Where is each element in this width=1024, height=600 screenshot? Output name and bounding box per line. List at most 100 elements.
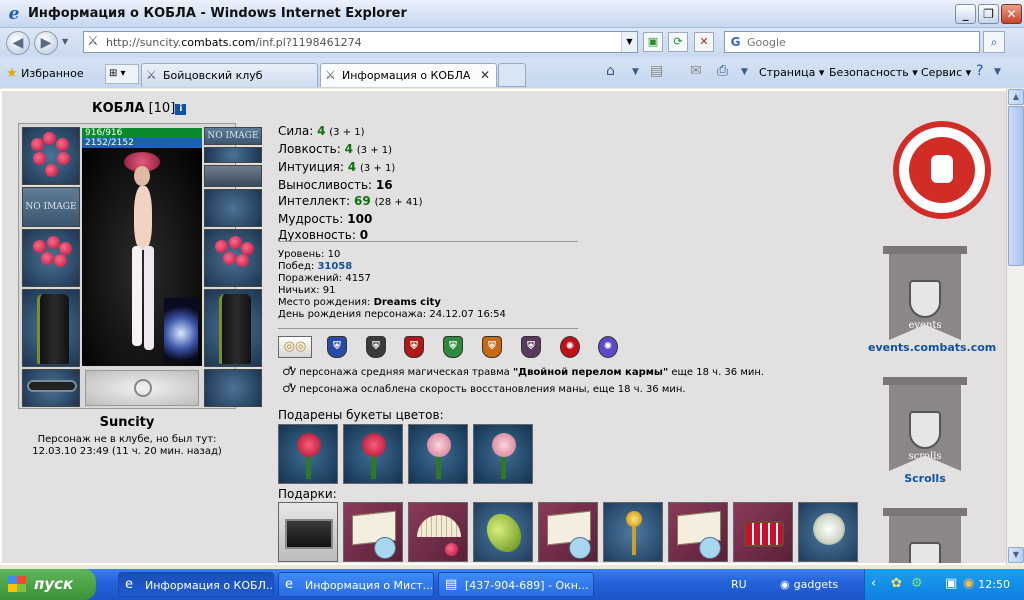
safety-menu-label: Безопасность bbox=[829, 66, 909, 79]
flower-icon bbox=[569, 537, 591, 559]
quick-tabs-button[interactable]: ⊞ ▾ bbox=[105, 64, 139, 84]
red-shield-badge-icon[interactable]: ⛨ bbox=[404, 336, 424, 358]
gift-item[interactable] bbox=[538, 502, 598, 562]
weapon-slot[interactable] bbox=[22, 229, 80, 287]
mail-icon[interactable]: ✉ bbox=[690, 63, 702, 79]
gray-shield-badge-icon[interactable]: ⛨ bbox=[366, 336, 386, 358]
tab-label: Информация о КОБЛА bbox=[342, 69, 471, 82]
gift-item[interactable] bbox=[603, 502, 663, 562]
earrings-slot[interactable]: NO IMAGE bbox=[22, 187, 80, 227]
print-dropdown-icon[interactable]: ▼ bbox=[741, 67, 748, 77]
flower-gift[interactable] bbox=[473, 424, 533, 484]
gadgets-label: gadgets bbox=[793, 578, 839, 591]
language-indicator[interactable]: RU bbox=[731, 578, 747, 591]
tab-fight-club[interactable]: ⚔ Бойцовский клуб bbox=[141, 63, 318, 87]
address-bar[interactable]: ⚔ http://suncity.combats.com/inf.pl?1198… bbox=[83, 31, 638, 53]
gift-item[interactable] bbox=[798, 502, 858, 562]
gloves-slot[interactable] bbox=[204, 189, 262, 227]
amulet-slot[interactable]: NO IMAGE bbox=[204, 127, 262, 145]
stat-label: Интеллект: bbox=[278, 194, 351, 208]
gadgets-toolbar[interactable]: ◉gadgets ▼ bbox=[780, 578, 877, 591]
chrome-icon[interactable]: ◉ bbox=[963, 576, 974, 591]
legs-slot[interactable] bbox=[204, 289, 262, 367]
home-dropdown-icon[interactable]: ▼ bbox=[632, 67, 639, 77]
gift-item[interactable] bbox=[733, 502, 793, 562]
events-link[interactable]: events.combats.com bbox=[868, 341, 996, 354]
safety-menu[interactable]: Безопасность ▾ bbox=[829, 66, 918, 79]
effect-duration: еще 18 ч. 36 мин. bbox=[668, 367, 765, 378]
network-icon[interactable]: ▣ bbox=[945, 576, 957, 591]
taskbar-item-icq-window[interactable]: ▤ [437-904-689] - Окн... bbox=[438, 572, 594, 597]
events-banner[interactable]: events bbox=[883, 246, 967, 346]
fan-icon bbox=[417, 515, 461, 537]
shield-slot[interactable] bbox=[204, 229, 262, 287]
address-dropdown-button[interactable]: ▼ bbox=[621, 32, 637, 52]
tray-app-icon[interactable]: ⚙ bbox=[911, 576, 923, 591]
taskbar-item-ie-kobla[interactable]: e Информация о КОБЛ... bbox=[118, 572, 274, 597]
scroll-down-button[interactable]: ▼ bbox=[1008, 547, 1024, 563]
ring-achievement-icon[interactable]: ◎◎ bbox=[278, 336, 312, 358]
new-tab-button[interactable] bbox=[498, 63, 526, 87]
lion-logo-icon[interactable] bbox=[893, 121, 991, 219]
gift-item[interactable] bbox=[668, 502, 728, 562]
scroll-up-button[interactable]: ▲ bbox=[1008, 89, 1024, 105]
refresh-button[interactable]: ⟳ bbox=[668, 32, 688, 52]
feeds-icon[interactable]: ▤ bbox=[650, 63, 663, 79]
compatibility-view-icon[interactable]: ▣ bbox=[643, 32, 663, 52]
print-icon[interactable]: ⎙ bbox=[717, 63, 728, 79]
rings-slot[interactable] bbox=[204, 165, 262, 187]
tray-app-icon[interactable]: ✿ bbox=[891, 576, 902, 591]
service-menu[interactable]: Сервис ▾ bbox=[921, 66, 971, 79]
gift-item[interactable] bbox=[408, 502, 468, 562]
ring-slot-1[interactable] bbox=[204, 147, 262, 163]
forward-button[interactable]: ▶ bbox=[34, 31, 58, 55]
vertical-scrollbar[interactable]: ▲ ▼ bbox=[1006, 89, 1024, 565]
scroll-thumb[interactable] bbox=[1008, 106, 1024, 266]
third-banner[interactable] bbox=[883, 508, 967, 563]
orange-shield-badge-icon[interactable]: ⛨ bbox=[482, 336, 502, 358]
boots-slot[interactable] bbox=[204, 369, 262, 407]
help-icon[interactable]: ? bbox=[976, 63, 983, 79]
flower-gift[interactable] bbox=[278, 424, 338, 484]
minimize-button[interactable]: _ bbox=[955, 4, 976, 24]
purple-shield-badge-icon[interactable]: ⛨ bbox=[521, 336, 541, 358]
ie-icon: e bbox=[125, 577, 133, 592]
purple-swirl-badge-icon[interactable]: ✺ bbox=[598, 336, 618, 358]
flower-gift[interactable] bbox=[343, 424, 403, 484]
address-url[interactable]: http://suncity.combats.com/inf.pl?119846… bbox=[106, 36, 362, 49]
red-dragon-badge-icon[interactable]: ✺ bbox=[560, 336, 580, 358]
page-menu[interactable]: Страница ▾ bbox=[759, 66, 824, 79]
home-icon[interactable]: ⌂ bbox=[606, 63, 615, 79]
info-icon[interactable]: i bbox=[175, 104, 187, 115]
maximize-button[interactable]: ❐ bbox=[978, 4, 999, 24]
close-button[interactable]: ✕ bbox=[1001, 4, 1022, 24]
history-dropdown-icon[interactable]: ▼ bbox=[62, 37, 68, 46]
blue-shield-badge-icon[interactable]: ⛨ bbox=[327, 336, 347, 358]
search-box[interactable]: G Google bbox=[724, 31, 980, 53]
start-button[interactable]: пуск bbox=[0, 569, 96, 600]
gift-item[interactable] bbox=[473, 502, 533, 562]
help-dropdown-icon[interactable]: ▼ bbox=[994, 67, 1001, 77]
scrolls-link[interactable]: Scrolls bbox=[868, 472, 982, 485]
taskbar-item-ie-mist[interactable]: e Информация о Мист... bbox=[278, 572, 434, 597]
armor-slot[interactable] bbox=[22, 289, 80, 367]
chest-icon bbox=[285, 519, 333, 549]
gift-item[interactable] bbox=[343, 502, 403, 562]
back-button[interactable]: ◀ bbox=[6, 31, 30, 55]
search-button[interactable]: ⌕ bbox=[983, 31, 1005, 53]
flower-gift[interactable] bbox=[408, 424, 468, 484]
belt-slot[interactable] bbox=[22, 369, 80, 407]
green-shield-badge-icon[interactable]: ⛨ bbox=[443, 336, 463, 358]
tray-expand-icon[interactable]: ‹ bbox=[871, 576, 876, 591]
white-bouquet-icon bbox=[813, 513, 845, 545]
gift-item[interactable] bbox=[278, 502, 338, 562]
stop-button[interactable]: ✕ bbox=[694, 32, 714, 52]
helmet-slot[interactable] bbox=[22, 127, 80, 185]
ie-logo-icon: e bbox=[8, 4, 20, 24]
pink-bouquet-icon bbox=[427, 433, 451, 457]
favorites-button[interactable]: ★ Избранное bbox=[6, 66, 84, 81]
tab-close-icon[interactable]: ✕ bbox=[480, 68, 490, 82]
tab-kobla-info[interactable]: ⚔ Информация о КОБЛА ✕ bbox=[320, 63, 497, 87]
search-input[interactable]: Google bbox=[747, 36, 786, 49]
scrolls-banner[interactable]: scrolls bbox=[883, 377, 967, 477]
